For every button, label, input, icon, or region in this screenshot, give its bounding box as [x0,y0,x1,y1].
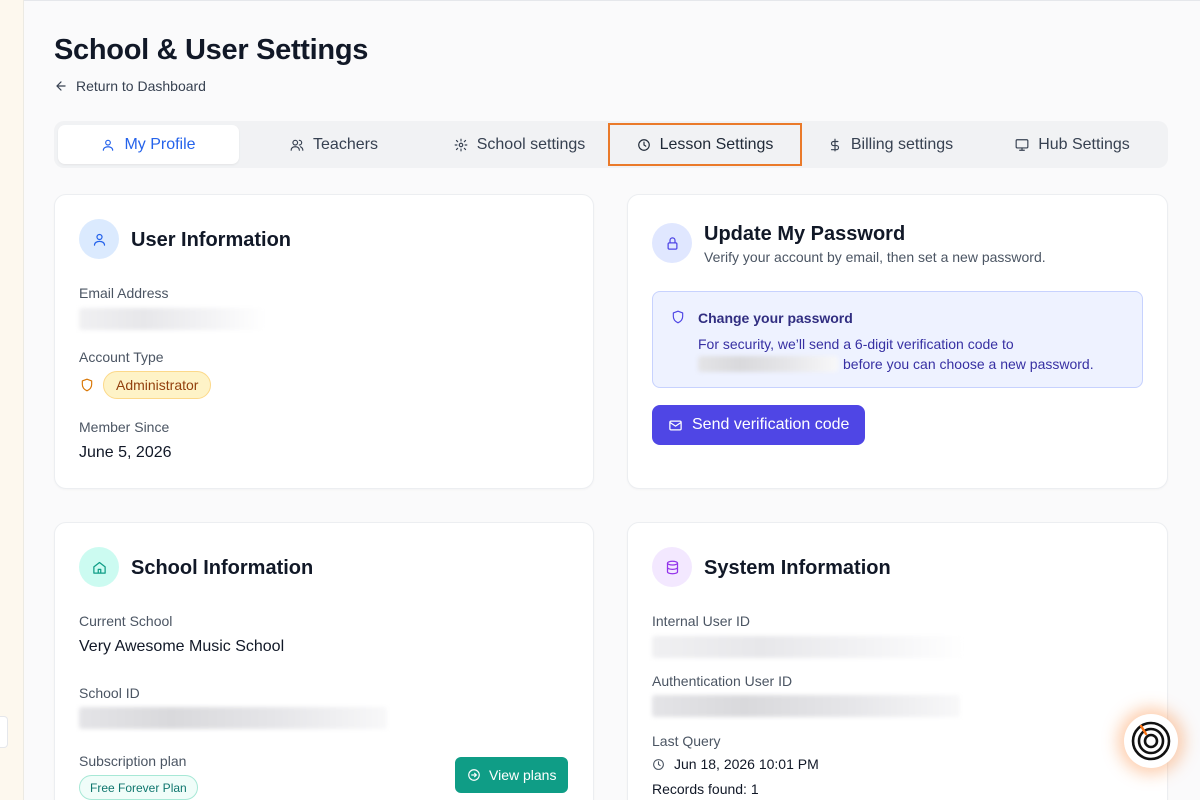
user-circle-icon [79,219,119,259]
page-title: School & User Settings [54,34,369,66]
lock-icon [652,223,692,263]
redacted-internal-user-id [652,636,964,658]
last-query-label: Last Query [652,733,721,749]
panel-resize-handle[interactable] [0,716,8,748]
system-information-title: System Information [704,557,891,579]
plan-badge: Free Forever Plan [79,775,198,800]
gear-icon [454,138,468,151]
notice-line-1: For security, we’ll send a 6-digit verif… [698,336,1014,352]
system-information-card: System Information Internal User ID Auth… [627,522,1168,800]
user-information-title: User Information [131,229,292,251]
tab-lesson-settings[interactable]: Lesson Settings [608,123,802,166]
shield-icon [81,378,93,392]
member-since-value: June 5, 2026 [79,444,172,461]
arrow-left-icon [56,81,66,91]
current-school-label: Current School [79,613,173,629]
internal-user-id-label: Internal User ID [652,613,751,629]
notice-body: For security, we’ll send a 6-digit verif… [698,334,1094,374]
update-password-subtitle: Verify your account by email, then set a… [704,249,1046,265]
tab-hub-settings[interactable]: Hub Settings [981,125,1164,164]
tab-my-profile[interactable]: My Profile [58,125,239,164]
tab-label: Lesson Settings [659,135,774,153]
tab-label: Teachers [313,135,378,153]
shield-icon [672,310,684,324]
notice-title: Change your password [698,310,853,326]
member-since-label: Member Since [79,419,170,435]
view-plans-label: View plans [489,767,557,783]
view-plans-button[interactable]: View plans [455,757,569,793]
users-icon [290,139,304,151]
redacted-auth-user-id [652,695,960,717]
tab-billing-settings[interactable]: Billing settings [800,125,981,164]
school-id-label: School ID [79,685,140,701]
database-icon [652,547,692,587]
clock-icon [653,759,664,770]
monitor-icon [1015,138,1029,151]
tab-teachers[interactable]: Teachers [239,125,429,164]
tab-label: Hub Settings [1038,135,1130,153]
assistant-fab-button[interactable] [1124,714,1178,768]
send-verification-code-button[interactable]: Send verification code [652,405,866,445]
update-password-card: Update My Password Verify your account b… [627,194,1168,489]
user-information-card: User Information Email Address Account T… [54,194,594,489]
tab-label: My Profile [124,135,196,153]
dollar-icon [830,138,839,151]
arrow-right-circle-icon [468,769,480,781]
settings-tabs: My Profile Teachers School settings Less… [54,121,1168,168]
send-verification-code-label: Send verification code [692,416,850,433]
records-found: Records found: 1 [652,781,759,797]
redacted-email [79,308,265,330]
subscription-plan-label: Subscription plan [79,753,187,769]
school-information-title: School Information [131,557,314,579]
return-to-dashboard-label: Return to Dashboard [76,78,206,94]
user-icon [103,139,114,151]
last-query-value: Jun 18, 2026 10:01 PM [674,756,819,772]
spiral-logo-icon [1131,721,1171,761]
settings-page: School & User Settings Return to Dashboa… [24,0,1200,800]
change-password-notice: Change your password For security, we’ll… [652,291,1143,388]
tab-label: Billing settings [850,135,954,153]
redacted-school-id [79,707,387,729]
clock-icon [637,138,650,151]
auth-user-id-label: Authentication User ID [652,673,793,689]
notice-line-2: before you can choose a new password. [843,356,1094,372]
account-type-badge: Administrator [103,371,212,399]
email-label: Email Address [79,285,169,301]
redacted-email [698,356,838,372]
update-password-title: Update My Password [704,223,906,245]
mail-icon [669,420,682,430]
left-panel-strip [0,0,24,800]
tab-label: School settings [476,135,586,153]
current-school-value: Very Awesome Music School [79,638,285,655]
notice-line-2-row: before you can choose a new password. [698,354,1094,374]
home-icon [79,547,119,587]
tab-school-settings[interactable]: School settings [429,125,610,164]
account-type-label: Account Type [79,349,164,365]
school-information-card: School Information Current School Very A… [54,522,594,800]
return-to-dashboard-link[interactable]: Return to Dashboard [54,78,206,94]
